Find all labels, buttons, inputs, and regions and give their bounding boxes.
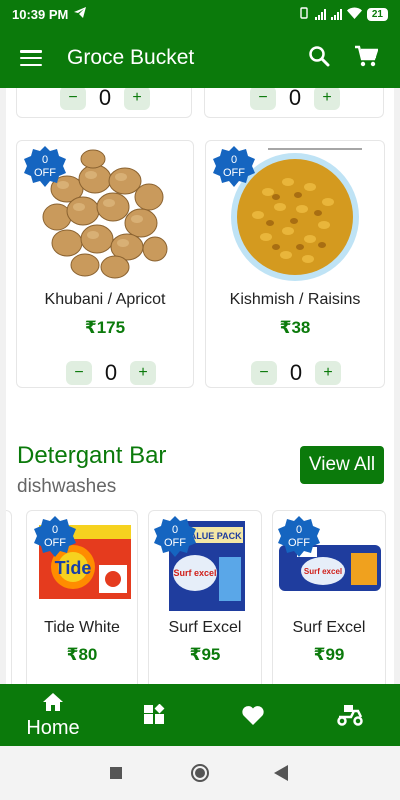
home-icon bbox=[42, 693, 64, 716]
vibrate-icon bbox=[298, 6, 310, 22]
section-title: Detergant Bar bbox=[17, 442, 167, 469]
product-card[interactable]: 0 OFF Khubani / Apricot ₹175 − 0 + bbox=[16, 140, 194, 388]
increment-button[interactable]: + bbox=[314, 88, 340, 110]
status-bar: 10:39 PM 21 bbox=[0, 0, 400, 28]
product-card-partial[interactable] bbox=[6, 510, 12, 684]
svg-text:Surf excel: Surf excel bbox=[173, 568, 216, 578]
app-title: Groce Bucket bbox=[67, 46, 195, 69]
hamburger-menu-icon[interactable] bbox=[20, 50, 42, 66]
badge-value: 0 bbox=[41, 154, 49, 166]
discount-badge: 0 OFF bbox=[33, 515, 77, 559]
view-all-button[interactable]: View All bbox=[300, 446, 384, 484]
quantity-value: 0 bbox=[104, 360, 118, 385]
signal-2-icon bbox=[330, 8, 342, 20]
product-price: ₹38 bbox=[279, 318, 311, 337]
badge-value: 0 bbox=[230, 154, 238, 166]
bottom-navigation: Home bbox=[0, 684, 400, 746]
wishlist-heart-icon[interactable] bbox=[241, 705, 265, 731]
product-card[interactable]: VALUE PACK Surf excel 0 OFF Surf Excel ₹9… bbox=[148, 510, 262, 684]
product-name: Tide White bbox=[44, 619, 120, 636]
quantity-value: 0 bbox=[289, 360, 303, 385]
battery-icon: 21 bbox=[366, 7, 388, 21]
nav-home-label: Home bbox=[26, 717, 80, 739]
product-name: Kishmish / Raisins bbox=[229, 291, 361, 308]
discount-badge: 0 OFF bbox=[212, 145, 256, 189]
product-price: ₹80 bbox=[66, 645, 98, 664]
decrement-button[interactable]: − bbox=[250, 88, 276, 110]
badge-label: OFF bbox=[223, 167, 245, 179]
product-name: Surf Excel bbox=[168, 619, 242, 636]
app-bar: Groce Bucket bbox=[0, 28, 400, 88]
svg-text:Tide: Tide bbox=[55, 558, 92, 578]
recent-apps-button[interactable] bbox=[110, 767, 122, 779]
product-price: ₹95 bbox=[189, 645, 221, 664]
badge-label: OFF bbox=[34, 167, 56, 179]
discount-badge: 0 OFF bbox=[277, 515, 321, 559]
badge-value: 0 bbox=[171, 524, 179, 536]
increment-button[interactable]: + bbox=[124, 88, 150, 110]
cart-icon[interactable] bbox=[354, 45, 379, 72]
content-area[interactable]: − 0 + − 0 + 0 OFF Khubani / Apricot ₹175… bbox=[0, 88, 400, 684]
signal-1-icon bbox=[314, 8, 326, 20]
increment-button[interactable]: + bbox=[130, 361, 156, 385]
system-navigation-bar bbox=[0, 746, 400, 800]
badge-label: OFF bbox=[44, 537, 66, 549]
wifi-icon bbox=[346, 7, 362, 22]
quantity-value: 0 bbox=[288, 88, 302, 110]
increment-button[interactable]: + bbox=[315, 361, 341, 385]
discount-badge: 0 OFF bbox=[153, 515, 197, 559]
decrement-button[interactable]: − bbox=[251, 361, 277, 385]
search-icon[interactable] bbox=[308, 45, 330, 72]
home-button[interactable] bbox=[191, 764, 209, 782]
badge-value: 0 bbox=[51, 524, 59, 536]
quantity-value: 0 bbox=[98, 88, 112, 110]
product-card[interactable]: 0 OFF Kishmish / Raisins ₹38 − 0 + bbox=[205, 140, 385, 388]
discount-badge: 0 OFF bbox=[23, 145, 67, 189]
product-price: ₹175 bbox=[84, 318, 126, 337]
nav-home[interactable]: Home bbox=[22, 692, 84, 740]
product-card[interactable]: Surf excel 0 OFF Surf Excel ₹99 bbox=[272, 510, 386, 684]
product-card-partial[interactable]: − 0 + bbox=[16, 88, 192, 118]
product-card-partial[interactable]: − 0 + bbox=[204, 88, 384, 118]
badge-label: OFF bbox=[164, 537, 186, 549]
decrement-button[interactable]: − bbox=[60, 88, 86, 110]
badge-value: 0 bbox=[295, 524, 303, 536]
telegram-icon bbox=[74, 7, 87, 21]
section-subtitle: dishwashes bbox=[17, 476, 117, 497]
delivery-scooter-icon[interactable] bbox=[336, 703, 364, 732]
categories-icon[interactable] bbox=[143, 703, 167, 731]
product-card[interactable]: Tide 0 OFF Tide White ₹80 bbox=[26, 510, 138, 684]
product-name: Surf Excel bbox=[292, 619, 366, 636]
product-section-detergent: Detergant Bar dishwashes View All Tide 0… bbox=[6, 430, 394, 684]
badge-label: OFF bbox=[288, 537, 310, 549]
back-button[interactable] bbox=[274, 765, 288, 786]
status-time: 10:39 PM bbox=[12, 6, 69, 22]
product-name: Khubani / Apricot bbox=[44, 291, 166, 308]
decrement-button[interactable]: − bbox=[66, 361, 92, 385]
svg-text:Surf excel: Surf excel bbox=[304, 567, 342, 576]
product-price: ₹99 bbox=[313, 645, 345, 664]
